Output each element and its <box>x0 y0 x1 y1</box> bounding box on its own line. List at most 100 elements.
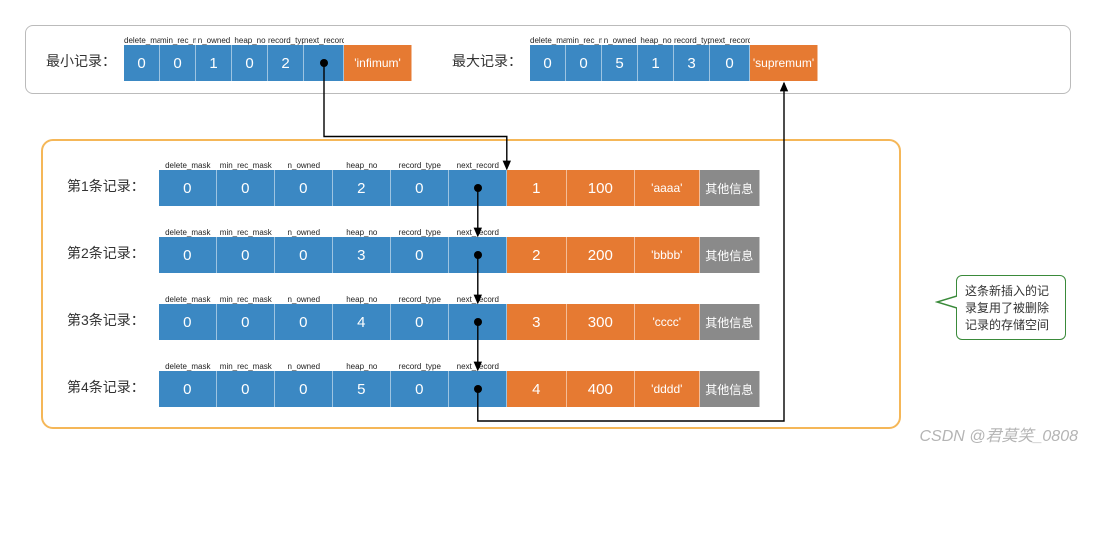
hdr: record_type <box>391 362 449 371</box>
hdr-n-owned: n_owned <box>602 36 638 45</box>
hdr: n_owned <box>275 228 333 237</box>
cell: 2 <box>333 170 391 206</box>
hdr: n_owned <box>275 295 333 304</box>
infimum-tag: 'infimum' <box>344 45 412 81</box>
row-block: delete_maskmin_rec_maskn_ownedheap_norec… <box>159 362 760 407</box>
hdr-min-rec-mask: min_rec_mask <box>566 36 602 45</box>
hdr-delete-mask: delete_mask <box>530 36 566 45</box>
record-row: 第4条记录： delete_maskmin_rec_maskn_ownedheap… <box>67 362 875 407</box>
row-block: delete_maskmin_rec_maskn_ownedheap_norec… <box>159 295 760 340</box>
row-label: 第1条记录： <box>67 176 145 206</box>
cell: 0 <box>159 237 217 273</box>
cell: 5 <box>333 371 391 407</box>
record-row: 第2条记录： delete_maskmin_rec_maskn_ownedheap… <box>67 228 875 273</box>
cell: 0 <box>160 45 196 81</box>
hdr: next_record <box>449 362 507 371</box>
cell: 0 <box>232 45 268 81</box>
hdr: heap_no <box>333 362 391 371</box>
record-row: 第1条记录： delete_maskmin_rec_maskn_ownedheap… <box>67 161 875 206</box>
row-label: 第3条记录： <box>67 310 145 340</box>
connector-node-icon <box>474 318 482 326</box>
watermark: CSDN @君莫笑_0808 <box>919 422 1078 446</box>
hdr-n-owned: n_owned <box>196 36 232 45</box>
cell: 0 <box>217 170 275 206</box>
row-headers: delete_maskmin_rec_maskn_ownedheap_norec… <box>159 362 760 371</box>
cell: 0 <box>124 45 160 81</box>
row-cells: 000201100'aaaa'其他信息 <box>159 170 760 206</box>
data-cell: 200 <box>567 237 635 273</box>
row-label: 第2条记录： <box>67 243 145 273</box>
hdr: next_record <box>449 161 507 170</box>
row-headers: delete_maskmin_rec_maskn_ownedheap_norec… <box>159 228 760 237</box>
cell: 0 <box>391 304 449 340</box>
top-system-records: 最小记录： delete_mask min_rec_mask n_owned h… <box>25 25 1071 94</box>
max-record-cells: 0 0 5 1 3 0 'supremum' <box>530 45 818 81</box>
hdr-heap-no: heap_no <box>638 36 674 45</box>
cell: 0 <box>566 45 602 81</box>
hdr-heap-no: heap_no <box>232 36 268 45</box>
hdr: heap_no <box>333 228 391 237</box>
min-record-block: delete_mask min_rec_mask n_owned heap_no… <box>124 36 412 81</box>
cell: 0 <box>710 45 750 81</box>
hdr: next_record <box>449 228 507 237</box>
cell: 3 <box>674 45 710 81</box>
hdr: min_rec_mask <box>217 228 275 237</box>
hdr: n_owned <box>275 362 333 371</box>
connector-node-icon <box>474 385 482 393</box>
cell: 2 <box>268 45 304 81</box>
data-cell: 1 <box>507 170 567 206</box>
rows-container: 第1条记录：delete_maskmin_rec_maskn_ownedheap… <box>67 161 875 407</box>
hdr: next_record <box>449 295 507 304</box>
cell: 0 <box>391 237 449 273</box>
min-record-cells: 0 0 1 0 2 'infimum' <box>124 45 412 81</box>
cell: 0 <box>275 170 333 206</box>
hdr: heap_no <box>333 161 391 170</box>
other-info-cell: 其他信息 <box>700 170 760 206</box>
data-cell: 400 <box>567 371 635 407</box>
cell: 0 <box>217 237 275 273</box>
data-cell: 'cccc' <box>635 304 700 340</box>
cell: 0 <box>275 237 333 273</box>
supremum-tag: 'supremum' <box>750 45 818 81</box>
hdr-min-rec-mask: min_rec_mask <box>160 36 196 45</box>
cell: 0 <box>217 304 275 340</box>
hdr-record-type: record_type <box>268 36 304 45</box>
data-cell: 'dddd' <box>635 371 700 407</box>
hdr: delete_mask <box>159 295 217 304</box>
cell: 0 <box>530 45 566 81</box>
cell: 1 <box>196 45 232 81</box>
hdr-next-record: next_record <box>710 36 750 45</box>
cell: 0 <box>159 170 217 206</box>
row-block: delete_maskmin_rec_maskn_ownedheap_norec… <box>159 228 760 273</box>
cell: 0 <box>159 371 217 407</box>
row-block: delete_maskmin_rec_maskn_ownedheap_norec… <box>159 161 760 206</box>
data-cell: 'aaaa' <box>635 170 700 206</box>
row-label: 第4条记录： <box>67 377 145 407</box>
cell: 0 <box>275 304 333 340</box>
data-cell: 300 <box>567 304 635 340</box>
hdr: delete_mask <box>159 161 217 170</box>
data-cell: 2 <box>507 237 567 273</box>
hdr: heap_no <box>333 295 391 304</box>
hdr: min_rec_mask <box>217 295 275 304</box>
user-records-box: 第1条记录：delete_maskmin_rec_maskn_ownedheap… <box>41 139 901 429</box>
cell: 0 <box>159 304 217 340</box>
hdr: delete_mask <box>159 362 217 371</box>
max-record: 最大记录： delete_mask min_rec_mask n_owned h… <box>452 36 818 81</box>
cell: 4 <box>333 304 391 340</box>
cell: 5 <box>602 45 638 81</box>
row-cells: 000403300'cccc'其他信息 <box>159 304 760 340</box>
annotation-text: 这条新插入的记录复用了被删除记录的存储空间 <box>965 284 1049 332</box>
hdr: n_owned <box>275 161 333 170</box>
data-cell: 4 <box>507 371 567 407</box>
min-record: 最小记录： delete_mask min_rec_mask n_owned h… <box>46 36 412 81</box>
row-cells: 000302200'bbbb'其他信息 <box>159 237 760 273</box>
annotation-callout: 这条新插入的记录复用了被删除记录的存储空间 <box>956 275 1066 340</box>
callout-pointer-icon <box>935 294 957 310</box>
cell: 3 <box>333 237 391 273</box>
min-record-headers: delete_mask min_rec_mask n_owned heap_no… <box>124 36 412 45</box>
hdr: min_rec_mask <box>217 362 275 371</box>
record-row: 第3条记录： delete_maskmin_rec_maskn_ownedheap… <box>67 295 875 340</box>
max-record-headers: delete_mask min_rec_mask n_owned heap_no… <box>530 36 818 45</box>
max-record-label: 最大记录： <box>452 51 522 81</box>
